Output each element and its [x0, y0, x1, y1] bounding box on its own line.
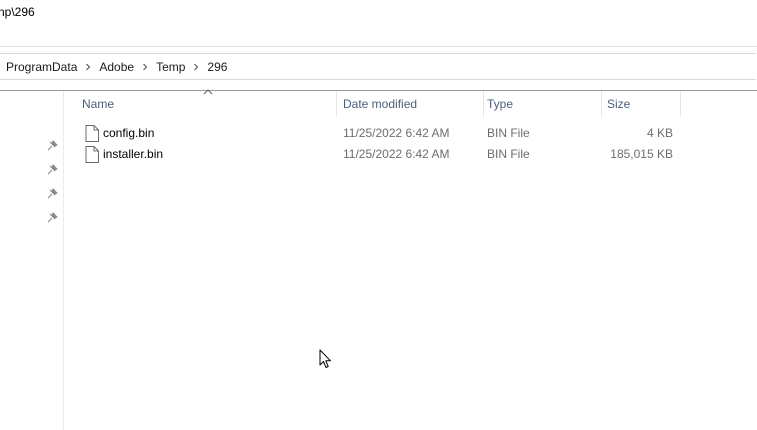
breadcrumb-item-programdata[interactable]: ProgramData — [6, 60, 77, 74]
column-header-row: Name Date modified Type Size — [64, 91, 681, 117]
pin-icon[interactable] — [47, 188, 58, 199]
breadcrumb-item-temp[interactable]: Temp — [156, 60, 185, 74]
file-date-modified: 11/25/2022 6:42 AM — [343, 147, 450, 161]
chevron-right-icon[interactable] — [185, 54, 207, 79]
mouse-cursor-icon — [319, 349, 331, 368]
address-bar[interactable]: ProgramData Adobe Temp 296 — [0, 53, 756, 80]
chevron-right-icon[interactable] — [134, 54, 156, 79]
pin-icon[interactable] — [47, 140, 58, 151]
column-divider[interactable] — [680, 91, 681, 117]
file-name: config.bin — [103, 126, 155, 140]
chevron-right-icon[interactable] — [77, 54, 99, 79]
breadcrumb-item-296[interactable]: 296 — [207, 60, 227, 74]
column-divider[interactable] — [336, 91, 337, 117]
file-icon — [85, 125, 99, 142]
file-name: installer.bin — [103, 147, 164, 161]
column-divider[interactable] — [601, 91, 602, 117]
file-size: 185,015 KB — [610, 147, 673, 161]
column-header-name[interactable]: Name — [78, 91, 336, 117]
navigation-pane — [0, 91, 64, 430]
column-header-type[interactable]: Type — [483, 91, 601, 117]
column-header-size[interactable]: Size — [603, 91, 681, 117]
column-header-date-modified[interactable]: Date modified — [339, 91, 483, 117]
file-type: BIN File — [487, 126, 530, 140]
title-bar: np\296 — [0, 0, 757, 46]
file-icon — [85, 146, 99, 163]
file-date-modified: 11/25/2022 6:42 AM — [343, 126, 450, 140]
window-title: np\296 — [0, 5, 35, 19]
file-list: Name Date modified Type Size config.bin … — [64, 89, 757, 430]
file-size: 4 KB — [646, 126, 673, 140]
title-bar-divider — [0, 46, 757, 47]
file-row[interactable]: config.bin 11/25/2022 6:42 AM BIN File 4… — [64, 123, 681, 144]
breadcrumb-item-adobe[interactable]: Adobe — [99, 60, 134, 74]
pin-icon[interactable] — [47, 164, 58, 175]
pin-icon[interactable] — [47, 212, 58, 223]
breadcrumb: ProgramData Adobe Temp 296 — [6, 54, 227, 79]
file-row[interactable]: installer.bin 11/25/2022 6:42 AM BIN Fil… — [64, 144, 681, 165]
file-type: BIN File — [487, 147, 530, 161]
